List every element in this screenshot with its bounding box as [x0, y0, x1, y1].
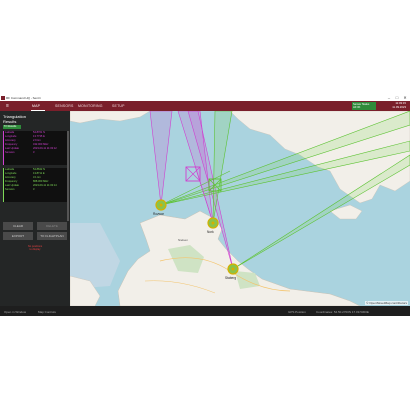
result-row: Sensors 3: [4, 188, 67, 192]
map-attribution[interactable]: © OpenStreetMap contributors: [365, 301, 408, 305]
result-value: 2023-09-11 11:03:12: [33, 147, 57, 150]
result-key: Sensors: [5, 151, 15, 154]
empty-note-line2: to display: [29, 248, 41, 252]
status-bar: Open in Window Map Controls GPS Position…: [0, 306, 410, 316]
results-badge[interactable]: Tri Results: [3, 125, 21, 129]
app-icon: [1, 96, 5, 100]
clock-date: 11.09.2023: [392, 104, 406, 109]
sensor-marker-center: [231, 267, 235, 271]
export-button[interactable]: EXPORT: [3, 232, 33, 240]
tab-sensors[interactable]: SENSORS: [55, 104, 74, 108]
empty-state-note: No positions to display: [3, 245, 67, 252]
sensor-label: Nork: [207, 230, 214, 234]
town-label: Nielsen: [178, 238, 188, 242]
tab-monitoring[interactable]: MONITORING: [78, 104, 103, 108]
tab-map[interactable]: MAP: [32, 104, 40, 108]
result-card-green[interactable]: Latitude 54.8842 N Longitude 13.8711 E Acc…: [3, 168, 67, 202]
result-card-magenta[interactable]: Latitude 54.8761 N Longitude 13.7735 E Acc…: [3, 131, 67, 165]
sensor-marker-center: [159, 203, 163, 207]
window-title: RF Command HQ - Sentri: [6, 96, 41, 100]
application-window: RF Command HQ - Sentri – □ ✕ ≡ MAP SENSO…: [0, 95, 410, 316]
gps-position-label: GPS Position: [288, 309, 306, 314]
result-value: 2023-09-11 11:03:14: [33, 184, 57, 187]
sensor-marker-center: [211, 221, 215, 225]
sensor-status-value: All OK: [353, 105, 361, 109]
open-in-window-link[interactable]: Open in Window: [4, 310, 26, 314]
result-value: 3: [33, 188, 35, 191]
clear-button[interactable]: CLEAR: [3, 222, 33, 230]
panel-scrollbar[interactable]: [67, 131, 69, 221]
sensor-label: Rozwar: [153, 212, 165, 216]
result-key: Sensors: [5, 188, 15, 191]
map-controls-link[interactable]: Map Controls: [38, 310, 56, 314]
panel-title: Triangulation Results: [3, 114, 26, 124]
coordinates-readout: Coordinates: 54.50.2700N 17.09.5300E: [316, 309, 369, 314]
to-flightplan-button[interactable]: TO FLIGHTPLAN: [37, 232, 67, 240]
tab-setup[interactable]: SETUP: [112, 104, 125, 108]
triangulation-panel: Triangulation Results Tri Results Latitu…: [0, 111, 70, 306]
clock: 11:03:15 11.09.2023: [384, 101, 406, 109]
sensor-status-badge[interactable]: Sensor Status All OK: [352, 102, 376, 110]
result-value: 3: [33, 151, 35, 154]
panel-title-line2: Results: [3, 119, 17, 124]
result-row: Sensors 3: [4, 151, 67, 155]
hamburger-menu-icon[interactable]: ≡: [6, 103, 9, 109]
sensor-label: Staberg: [225, 276, 236, 280]
delete-button[interactable]: DELETE: [37, 222, 67, 230]
top-nav-bar: ≡ MAP SENSORS MONITORING SETUP Sensor St…: [0, 101, 410, 111]
